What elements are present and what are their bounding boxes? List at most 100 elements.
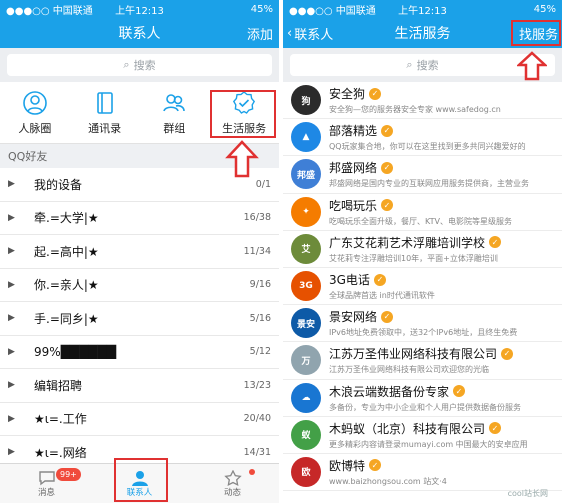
service-desc: 安全狗—您的服务器安全专家 www.safedog.cn bbox=[329, 105, 501, 115]
friend-group-row[interactable]: ▶ 我的设备 0/1 bbox=[0, 168, 279, 202]
service-logo: 邦盛 bbox=[291, 159, 321, 190]
new-dot bbox=[249, 469, 255, 475]
quick-item-renmaiquan[interactable]: 人脉圈 bbox=[0, 82, 70, 143]
service-desc: IPv6地址免费领取中，送32个IPv6地址，且终生免费 bbox=[329, 328, 518, 338]
service-row[interactable]: ✦ 吃喝玩乐 ✓ 吃喝玩乐全面升级，餐厅、KTV、电影院等星级服务 bbox=[283, 194, 562, 231]
search-icon: ⌕ bbox=[123, 58, 130, 71]
life-services-screen: ●●●○○ 中国联通 上午12:13 45% ‹ 联系人 生活服务 找服务 ⌕ … bbox=[283, 0, 562, 503]
back-label: 联系人 bbox=[294, 27, 334, 43]
quick-item-address-book[interactable]: 通讯录 bbox=[70, 82, 140, 143]
status-bar: ●●●○○ 中国联通 上午12:13 45% bbox=[0, 0, 279, 18]
group-name: ★ι=.工作 bbox=[34, 412, 87, 427]
tab-label: 消息 bbox=[37, 487, 55, 498]
service-text: 邦盛网络 ✓ 邦盛网络是国内专业的互联网应用服务提供商，主营业务 bbox=[329, 159, 556, 189]
tab-feed[interactable]: 动态 bbox=[186, 464, 279, 503]
service-row[interactable]: 艾广东艾花莉艺术浮雕培训学校 ✓ 艾花莉专注浮雕培训10年，平面+立体浮雕培训 bbox=[283, 231, 562, 268]
status-bar: ●●●○○ 中国联通 上午12:13 45% bbox=[283, 0, 562, 18]
chat-bubble-icon bbox=[38, 470, 55, 485]
group-name: 你.=亲人|★ bbox=[34, 278, 99, 293]
service-text: 景安网络 ✓ IPv6地址免费领取中，送32个IPv6地址，且终生免费 bbox=[329, 308, 556, 338]
service-logo: 3G bbox=[291, 271, 321, 302]
group-icon bbox=[163, 93, 186, 111]
quick-item-label: 群组 bbox=[163, 121, 186, 135]
friend-group-list: ▶ 我的设备 0/1 ▶ 牵.=大学|★ 16/38 ▶ 起.=高中|★ 11/34 ▶ 你.=亲人… bbox=[0, 168, 279, 470]
friend-group-row[interactable]: ▶ 你.=亲人|★ 9/16 bbox=[0, 269, 279, 302]
verified-icon: ✓ bbox=[453, 385, 466, 398]
expand-arrow-icon: ▶ bbox=[8, 313, 15, 324]
service-name-line: 3G电话 ✓ bbox=[329, 271, 556, 288]
search-input[interactable]: ⌕ 搜索 bbox=[7, 54, 272, 76]
group-name: 手.=同乡|★ bbox=[34, 311, 99, 326]
verified-icon: ✓ bbox=[489, 422, 502, 435]
service-text: 广东艾花莉艺术浮雕培训学校 ✓ 艾花莉专注浮雕培训10年，平面+立体浮雕培训 bbox=[329, 234, 556, 264]
service-row[interactable]: 景安 景安网络 ✓ IPv6地址免费领取中，送32个IPv6地址，且终生免费 bbox=[283, 305, 562, 343]
friend-group-row[interactable]: ▶ ★ι=.工作 20/40 bbox=[0, 403, 279, 436]
group-online-count: 5/16 bbox=[249, 312, 271, 324]
service-text: 江苏万圣伟业网络科技有限公司 ✓ 江苏万圣伟业网络科技有限公司欢迎您的光临 bbox=[329, 345, 556, 375]
service-desc: QQ玩家集合地，你可以在这里找到更多共同兴趣爱好的 bbox=[329, 142, 526, 152]
page-title: 生活服务 bbox=[394, 26, 451, 42]
service-row[interactable]: 蚁木蚂蚁（北京）科技有限公司 ✓ 更多精彩内容请登录mumayi.com 中国最大的… bbox=[283, 417, 562, 454]
page-title: 联系人 bbox=[118, 26, 161, 42]
service-logo: 狗 bbox=[291, 85, 321, 116]
group-name: 牵.=大学|★ bbox=[34, 211, 99, 226]
expand-arrow-icon: ▶ bbox=[8, 212, 15, 223]
add-button[interactable]: 添加 bbox=[247, 24, 273, 43]
service-name: 邦盛网络 bbox=[329, 161, 378, 176]
service-desc: 吃喝玩乐全面升级，餐厅、KTV、电影院等星级服务 bbox=[329, 216, 512, 226]
service-row[interactable]: ▲ 部落精选 ✓ QQ玩家集合地，你可以在这里找到更多共同兴趣爱好的 bbox=[283, 119, 562, 157]
service-name-line: 邦盛网络 ✓ bbox=[329, 159, 556, 176]
service-name: 木蚂蚁（北京）科技有限公司 bbox=[329, 421, 486, 436]
service-row[interactable]: 3G 3G电话 ✓ 全球品牌首选 in时代通讯软件 bbox=[283, 268, 562, 306]
service-name: 3G电话 bbox=[329, 273, 370, 288]
expand-arrow-icon: ▶ bbox=[8, 346, 15, 357]
service-row[interactable]: ☁ 木浪云端数据备份专家 ✓ 多备份，专业为中小企业和个人用户提供数据备份服务 bbox=[283, 380, 562, 417]
service-row[interactable]: 欧欧博特 ✓ www.baizhongsou.com 站文·4 bbox=[283, 454, 562, 492]
group-online-count: 5/12 bbox=[249, 346, 271, 358]
friend-group-row[interactable]: ▶ 手.=同乡|★ 5/16 bbox=[0, 302, 279, 336]
service-name: 安全狗 bbox=[329, 87, 366, 102]
highlight-life-services bbox=[210, 90, 276, 138]
expand-arrow-icon: ▶ bbox=[8, 380, 15, 391]
service-name-line: 部落精选 ✓ bbox=[329, 122, 556, 139]
search-placeholder: 搜索 bbox=[416, 59, 439, 72]
friend-group-row[interactable]: ▶ 起.=高中|★ 11/34 bbox=[0, 235, 279, 269]
verified-icon: ✓ bbox=[381, 161, 394, 174]
tab-messages[interactable]: 消息 99+ bbox=[0, 464, 93, 503]
friend-group-row[interactable]: ▶ 编辑招聘 13/23 bbox=[0, 369, 279, 403]
service-logo: 万 bbox=[291, 345, 321, 376]
service-desc: 全球品牌首选 in时代通讯软件 bbox=[329, 291, 435, 301]
quick-item-groups[interactable]: 群组 bbox=[140, 82, 210, 143]
service-desc: 艾花莉专注浮雕培训10年，平面+立体浮雕培训 bbox=[329, 253, 498, 263]
service-name: 景安网络 bbox=[329, 310, 378, 325]
back-button[interactable]: ‹ 联系人 bbox=[287, 24, 333, 43]
service-desc: 多备份，专业为中小企业和个人用户提供数据备份服务 bbox=[329, 402, 521, 412]
service-name-line: 木浪云端数据备份专家 ✓ bbox=[329, 383, 556, 400]
group-name: 我的设备 bbox=[34, 177, 83, 192]
search-input[interactable]: ⌕ 搜索 bbox=[290, 54, 555, 76]
person-circle-icon bbox=[23, 90, 47, 115]
service-desc: 邦盛网络是国内专业的互联网应用服务提供商，主营业务 bbox=[329, 179, 529, 189]
service-row[interactable]: 邦盛 邦盛网络 ✓ 邦盛网络是国内专业的互联网应用服务提供商，主营业务 bbox=[283, 156, 562, 194]
verified-icon: ✓ bbox=[369, 87, 382, 100]
status-time: 上午12:13 bbox=[115, 5, 164, 17]
arrow-up-icon bbox=[517, 51, 547, 81]
verified-icon: ✓ bbox=[381, 310, 394, 323]
search-bar: ⌕ 搜索 bbox=[0, 48, 279, 82]
group-online-count: 9/16 bbox=[249, 279, 271, 291]
star-icon bbox=[223, 469, 242, 486]
verified-icon: ✓ bbox=[489, 236, 502, 249]
friend-group-row[interactable]: ▶ 牵.=大学|★ 16/38 bbox=[0, 202, 279, 235]
verified-icon: ✓ bbox=[501, 347, 514, 360]
service-name-line: 欧博特 ✓ bbox=[329, 457, 556, 474]
service-row[interactable]: 狗安全狗 ✓ 安全狗—您的服务器安全专家 www.safedog.cn bbox=[283, 82, 562, 120]
watermark: cool站长网 bbox=[507, 489, 548, 498]
service-name: 吃喝玩乐 bbox=[329, 198, 378, 213]
unread-badge: 99+ bbox=[56, 468, 81, 481]
friend-group-row[interactable]: ▶ 99%██████ 5/12 bbox=[0, 336, 279, 369]
service-text: 吃喝玩乐 ✓ 吃喝玩乐全面升级，餐厅、KTV、电影院等星级服务 bbox=[329, 197, 556, 227]
chevron-left-icon: ‹ bbox=[287, 25, 293, 41]
service-name-line: 吃喝玩乐 ✓ bbox=[329, 197, 556, 214]
service-row[interactable]: 万江苏万圣伟业网络科技有限公司 ✓ 江苏万圣伟业网络科技有限公司欢迎您的光临 bbox=[283, 342, 562, 380]
service-logo: ☁ bbox=[291, 382, 321, 413]
